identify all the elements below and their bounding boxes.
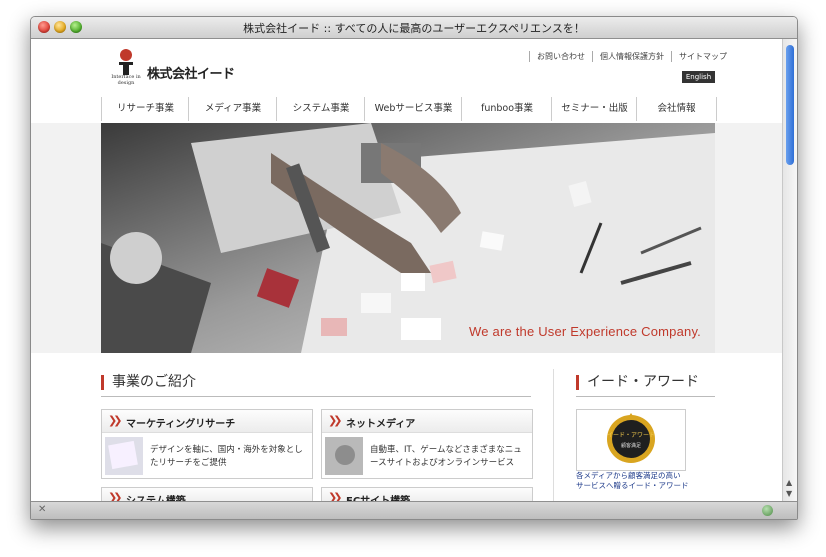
business-card-ec-site[interactable]: ❯❯ ECサイト構築 [321,487,533,501]
double-chevron-icon: ❯❯ [328,414,343,427]
nav-funboo[interactable]: funboo事業 [461,97,552,121]
research-thumbnail [105,437,143,475]
logo-caption: Interface in design [106,74,146,86]
double-chevron-icon: ❯❯ [108,414,123,427]
business-card-system[interactable]: ❯❯ システム構築 [101,487,313,501]
column-divider [553,369,554,501]
page-viewport: Interface in design 株式会社イード お問い合わせ 個人情報保護… [31,39,782,501]
hero-image: We are the User Experience Company. [101,123,715,353]
globe-icon [762,505,773,516]
browser-window: 株式会社イード :: すべての人に最高のユーザーエクスペリエンスを！ Inter… [30,16,798,520]
status-bar: ✕ [31,501,797,519]
section-underline [576,396,715,397]
business-card-net-media[interactable]: ❯❯ ネットメディア 自動車、IT、ゲームなどさまざまなニュースサイトおよびオン… [321,409,533,479]
global-nav: リサーチ事業 メディア事業 システム事業 Webサービス事業 funboo事業 … [101,97,717,121]
window-title: 株式会社イード :: すべての人に最高のユーザーエクスペリエンスを！ [243,22,585,35]
hero-tagline: We are the User Experience Company. [469,324,701,339]
scroll-up-arrow-icon[interactable]: ▲ [786,479,792,487]
card-header: ❯❯ マーケティングリサーチ [102,410,312,433]
hero-desk-illustration [101,123,715,353]
card-title[interactable]: ECサイト構築 [346,492,410,501]
award-badge-text: イード・アワード [607,432,655,439]
media-thumbnail [325,437,363,475]
card-title[interactable]: システム構築 [126,492,186,501]
nav-seminar[interactable]: セミナー・出版 [551,97,637,121]
card-header: ❯❯ ネットメディア [322,410,532,433]
company-logo-text[interactable]: 株式会社イード [147,63,235,82]
english-button[interactable]: English [682,71,715,83]
nav-media[interactable]: メディア事業 [188,97,277,121]
privacy-policy-link[interactable]: 個人情報保護方針 [592,51,671,62]
nav-system[interactable]: システム事業 [276,97,365,121]
award-caption-line: 各メディアから顧客満足の高い [576,471,681,480]
double-chevron-icon: ❯❯ [328,491,343,501]
award-caption-line: サービスへ贈るイード・アワード [576,481,689,490]
logo-caption-line: design [117,80,135,86]
title-bar: 株式会社イード :: すべての人に最高のユーザーエクスペリエンスを！ [31,17,797,39]
card-title[interactable]: マーケティングリサーチ [126,415,235,430]
business-card-marketing-research[interactable]: ❯❯ マーケティングリサーチ デザインを軸に、国内・海外を対象としたリサーチをご… [101,409,313,479]
award-banner[interactable]: イード・アワード 顧客満足 [576,409,686,471]
section-underline [101,396,531,397]
nav-research[interactable]: リサーチ事業 [101,97,189,121]
card-title[interactable]: ネットメディア [346,415,415,430]
business-section-title: 事業のご紹介 [101,375,196,390]
vertical-scrollbar[interactable]: ▲ ▼ [782,39,797,501]
card-description: 自動車、IT、ゲームなどさまざまなニュースサイトおよびオンラインサービス [370,445,522,468]
award-medal-icon: イード・アワード 顧客満足 [607,413,655,463]
nav-web-service[interactable]: Webサービス事業 [364,97,462,121]
award-caption[interactable]: 各メディアから顧客満足の高い サービスへ贈るイード・アワード [576,471,726,491]
contact-link[interactable]: お問い合わせ [529,51,592,62]
scrollbar-thumb[interactable] [786,45,794,165]
double-chevron-icon: ❯❯ [108,491,123,501]
utility-links: お問い合わせ 個人情報保護方針 サイトマップ [529,51,734,62]
award-badge-subtext: 顧客満足 [621,442,641,449]
sitemap-link[interactable]: サイトマップ [671,51,734,62]
card-description: デザインを軸に、国内・海外を対象としたリサーチをご提供 [150,445,303,468]
nav-company[interactable]: 会社情報 [636,97,717,121]
scroll-down-arrow-icon[interactable]: ▼ [786,490,792,498]
close-icon[interactable]: ✕ [38,504,46,515]
award-section-title: イード・アワード [576,375,699,390]
